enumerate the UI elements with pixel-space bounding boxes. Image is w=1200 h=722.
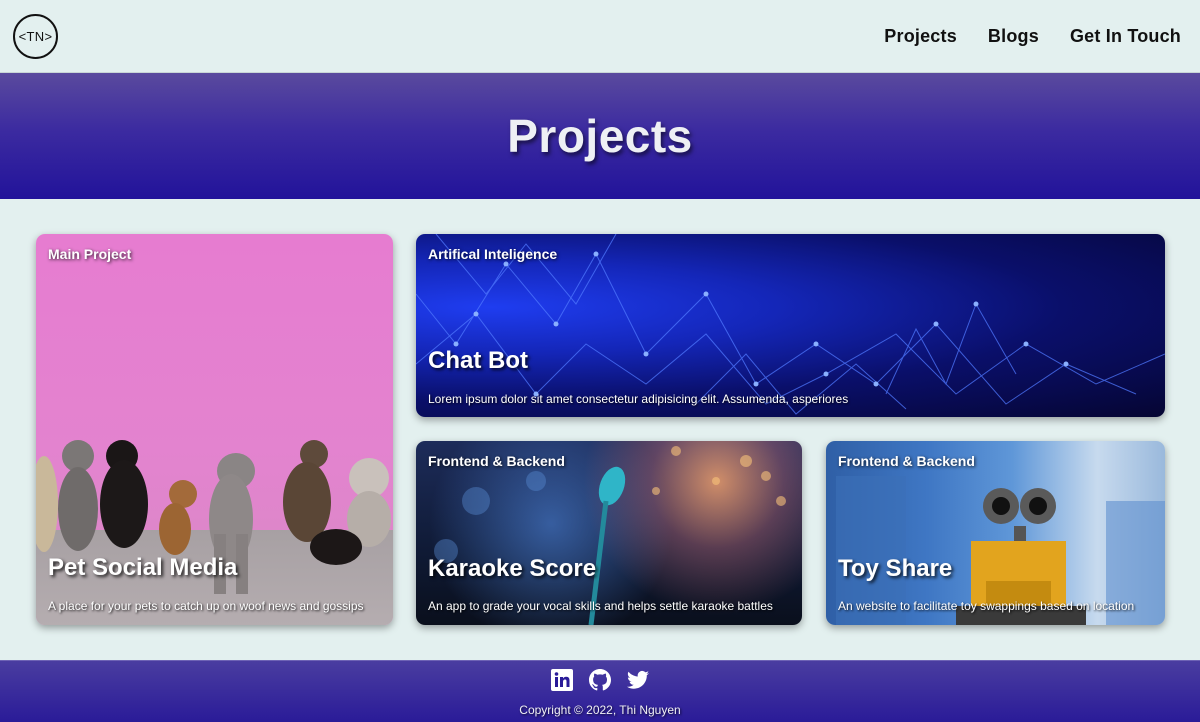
card-tag: Artifical Inteligence — [428, 246, 558, 262]
project-card-chat-bot[interactable]: Artifical Inteligence Chat Bot Lorem ips… — [416, 234, 1165, 417]
card-title: Toy Share — [838, 555, 953, 582]
project-card-pet-social-media[interactable]: Main Project Pet Social Media A place fo… — [36, 234, 393, 625]
card-title: Pet Social Media — [48, 554, 238, 581]
project-card-toy-share[interactable]: Frontend & Backend Toy Share An website … — [826, 441, 1165, 625]
nav-link-blogs[interactable]: Blogs — [988, 26, 1039, 47]
page-title: Projects — [507, 110, 693, 162]
nav-link-get-in-touch[interactable]: Get In Touch — [1070, 26, 1181, 47]
nav-link-projects[interactable]: Projects — [884, 26, 957, 47]
card-tag: Frontend & Backend — [838, 453, 975, 469]
social-links — [0, 668, 1200, 692]
logo[interactable]: <TN> — [13, 13, 58, 59]
card-description: An website to facilitate toy swappings b… — [838, 599, 1135, 613]
navbar: <TN> Projects Blogs Get In Touch — [0, 0, 1200, 73]
project-card-karaoke-score[interactable]: Frontend & Backend Karaoke Score An app … — [416, 441, 802, 625]
card-description: An app to grade your vocal skills and he… — [428, 599, 773, 613]
card-title: Karaoke Score — [428, 555, 597, 582]
copyright-text: Copyright © 2022, Thi Nguyen — [519, 703, 681, 717]
card-tag: Frontend & Backend — [428, 453, 565, 469]
linkedin-icon[interactable] — [550, 668, 574, 692]
card-tag: Main Project — [48, 246, 132, 262]
twitter-icon[interactable] — [626, 668, 650, 692]
card-title: Chat Bot — [428, 347, 528, 374]
nav-links: Projects Blogs Get In Touch — [884, 26, 1187, 47]
github-icon[interactable] — [588, 668, 612, 692]
card-description: A place for your pets to catch up on woo… — [48, 599, 364, 613]
hero-banner: Projects — [0, 73, 1200, 199]
card-description: Lorem ipsum dolor sit amet consectetur a… — [428, 392, 849, 406]
logo-text: <TN> — [18, 28, 53, 44]
